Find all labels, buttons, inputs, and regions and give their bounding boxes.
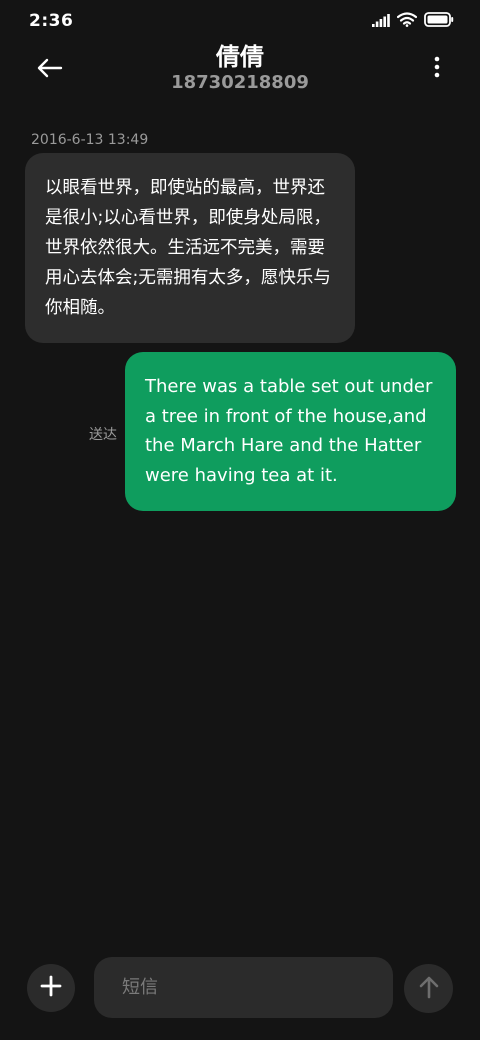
wifi-icon <box>396 11 418 31</box>
message-timestamp: 2016-6-13 13:49 <box>31 132 149 148</box>
status-time: 2:36 <box>29 11 74 31</box>
message-list[interactable]: 2016-6-13 13:49 以眼看世界，即使站的最高，世界还是很小;以心看世… <box>0 120 480 940</box>
back-button[interactable] <box>30 52 70 88</box>
contact-name: 倩倩 <box>216 43 264 71</box>
contact-title-block: 倩倩 18730218809 <box>90 42 390 94</box>
arrow-up-icon <box>419 975 439 1003</box>
conversation-header: 倩倩 18730218809 <box>0 40 480 100</box>
send-button[interactable] <box>404 964 453 1013</box>
message-composer <box>0 950 480 1030</box>
battery-icon <box>424 11 454 31</box>
received-message-bubble[interactable]: 以眼看世界，即使站的最高，世界还是很小;以心看世界，即使身处局限，世界依然很大。… <box>25 153 355 343</box>
sent-message-bubble[interactable]: There was a table set out under a tree i… <box>125 352 456 511</box>
plus-icon <box>40 975 62 1001</box>
arrow-left-icon <box>37 58 63 82</box>
contact-number: 18730218809 <box>171 72 309 93</box>
message-input-box[interactable] <box>94 957 393 1018</box>
status-bar: 2:36 <box>0 0 480 40</box>
add-attachment-button[interactable] <box>27 964 75 1012</box>
status-icons <box>372 11 454 31</box>
more-vertical-icon <box>434 56 440 82</box>
message-input[interactable] <box>120 976 367 999</box>
signal-icon <box>372 12 390 31</box>
more-options-button[interactable] <box>430 54 444 84</box>
sent-status-label: 送达 <box>89 427 117 443</box>
